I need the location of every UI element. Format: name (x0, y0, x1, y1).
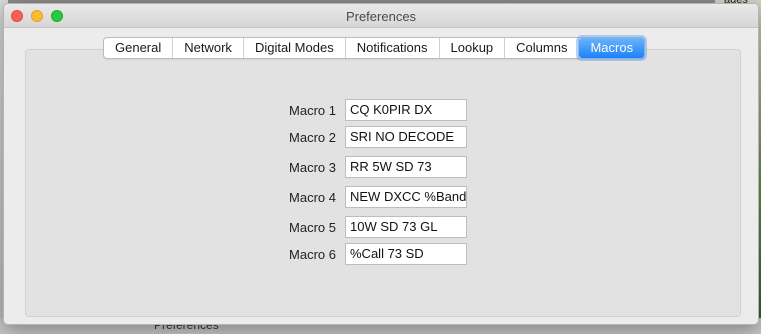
preferences-window: Preferences General Network Digital Mode… (3, 3, 759, 325)
tab-columns[interactable]: Columns (505, 38, 580, 58)
macro-3-label: Macro 3 (289, 159, 336, 175)
title-bar[interactable]: Preferences (4, 4, 758, 28)
tab-macros[interactable]: Macros (579, 38, 645, 58)
macro-row-3: Macro 3 RR 5W SD 73 (254, 156, 467, 178)
macro-3-field[interactable]: RR 5W SD 73 (345, 156, 467, 178)
macro-2-label: Macro 2 (289, 129, 336, 145)
tab-network[interactable]: Network (173, 38, 244, 58)
tab-bar: General Network Digital Modes Notificati… (103, 37, 646, 59)
macro-2-field[interactable]: SRI NO DECODE (345, 126, 467, 148)
macro-5-field[interactable]: 10W SD 73 GL (345, 216, 467, 238)
macro-row-2: Macro 2 SRI NO DECODE (254, 126, 467, 148)
macro-1-label: Macro 1 (289, 102, 336, 118)
macro-6-label: Macro 6 (289, 246, 336, 262)
macro-4-label: Macro 4 (289, 189, 336, 205)
macro-4-field[interactable]: NEW DXCC %Band (345, 186, 467, 208)
macro-row-5: Macro 5 10W SD 73 GL (254, 216, 467, 238)
macro-6-field[interactable]: %Call 73 SD (345, 243, 467, 265)
macro-row-4: Macro 4 NEW DXCC %Band (254, 186, 467, 208)
macro-5-label: Macro 5 (289, 219, 336, 235)
macro-1-field[interactable]: CQ K0PIR DX (345, 99, 467, 121)
window-title: Preferences (345, 9, 417, 24)
macro-row-6: Macro 6 %Call 73 SD (254, 243, 467, 265)
tab-notifications[interactable]: Notifications (346, 38, 440, 58)
tab-digital-modes[interactable]: Digital Modes (244, 38, 346, 58)
tab-lookup[interactable]: Lookup (440, 38, 506, 58)
macro-row-1: Macro 1 CQ K0PIR DX (254, 99, 467, 121)
tab-general[interactable]: General (104, 38, 174, 58)
tab-content-panel (25, 49, 741, 317)
